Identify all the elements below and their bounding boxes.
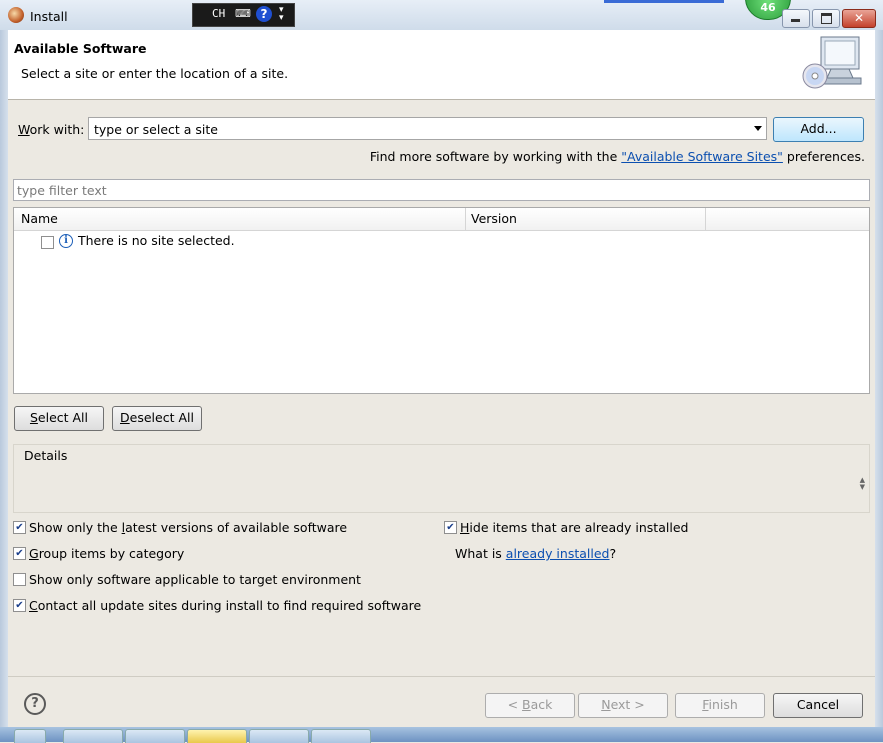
ime-menu-icon[interactable]: ▾ ▾ bbox=[279, 6, 284, 23]
eclipse-icon bbox=[8, 7, 24, 23]
checkbox[interactable]: ✔ bbox=[444, 521, 457, 534]
scroll-spinner-icon[interactable]: ▲ ▼ bbox=[860, 477, 865, 491]
maximize-button[interactable] bbox=[812, 9, 840, 28]
finish-button[interactable]: Finish bbox=[675, 693, 765, 718]
minimize-button[interactable] bbox=[782, 9, 810, 28]
already-installed-link[interactable]: already installed bbox=[506, 546, 610, 561]
minimize-icon bbox=[791, 19, 800, 22]
window-title: Install bbox=[30, 9, 68, 24]
select-all-button[interactable]: Select All bbox=[14, 406, 104, 431]
deselect-all-button[interactable]: Deselect All bbox=[112, 406, 202, 431]
page-subtitle: Select a site or enter the location of a… bbox=[21, 66, 289, 81]
keyboard-icon[interactable]: ⌨ bbox=[235, 7, 251, 20]
close-icon: ✕ bbox=[853, 11, 865, 25]
taskbar-item[interactable] bbox=[14, 729, 46, 743]
next-button[interactable]: Next > bbox=[578, 693, 668, 718]
window-border-left bbox=[0, 30, 8, 727]
row-checkbox[interactable] bbox=[41, 236, 54, 249]
checkbox[interactable]: ✔ bbox=[13, 521, 26, 534]
cancel-button[interactable]: Cancel bbox=[773, 693, 863, 718]
taskbar-item[interactable] bbox=[125, 729, 185, 743]
work-with-value: type or select a site bbox=[94, 122, 218, 137]
monitor-cd-icon bbox=[802, 36, 862, 89]
available-software-sites-link[interactable]: "Available Software Sites" bbox=[621, 149, 783, 164]
divider bbox=[8, 676, 875, 677]
column-name[interactable]: Name bbox=[21, 211, 58, 226]
close-button[interactable]: ✕ bbox=[842, 9, 876, 28]
details-label: Details bbox=[22, 448, 70, 463]
add-site-button[interactable]: Add... bbox=[773, 117, 864, 142]
taskbar-item-active[interactable] bbox=[187, 729, 247, 743]
column-separator[interactable] bbox=[705, 208, 706, 230]
chevron-down-icon[interactable] bbox=[754, 126, 762, 131]
window-border-right bbox=[875, 30, 883, 727]
checkbox[interactable]: ✔ bbox=[13, 547, 26, 560]
title-bar[interactable]: Install CH ⌨ ? ▾ ▾ 46 ✕ bbox=[0, 0, 883, 31]
taskbar[interactable] bbox=[0, 727, 883, 743]
page-title: Available Software bbox=[14, 41, 147, 56]
software-table[interactable]: Name Version i There is no site selected… bbox=[13, 207, 870, 394]
maximize-icon bbox=[821, 13, 832, 24]
ime-lang[interactable]: CH bbox=[212, 7, 225, 20]
table-row[interactable]: There is no site selected. bbox=[78, 233, 235, 248]
info-icon: i bbox=[59, 234, 73, 248]
taskbar-item[interactable] bbox=[311, 729, 371, 743]
taskbar-item[interactable] bbox=[63, 729, 123, 743]
filter-input[interactable]: type filter text bbox=[13, 179, 870, 201]
wizard-header: Available Software Select a site or ente… bbox=[8, 30, 875, 100]
window-strip bbox=[604, 0, 724, 3]
back-button[interactable]: < Back bbox=[485, 693, 575, 718]
what-is-installed: What is already installed? bbox=[455, 546, 617, 561]
ime-help-icon[interactable]: ? bbox=[256, 6, 272, 22]
details-text-area[interactable] bbox=[16, 467, 866, 511]
ime-toolbar[interactable]: CH ⌨ ? ▾ ▾ bbox=[192, 3, 295, 27]
details-group: Details ▲ ▼ bbox=[13, 444, 870, 513]
checkbox[interactable]: ✔ bbox=[13, 599, 26, 612]
help-icon[interactable]: ? bbox=[24, 693, 46, 715]
column-version[interactable]: Version bbox=[471, 211, 517, 226]
work-with-label: Work with: bbox=[18, 122, 85, 137]
filter-placeholder: type filter text bbox=[17, 183, 107, 198]
column-separator[interactable] bbox=[465, 208, 466, 230]
checkbox[interactable] bbox=[13, 573, 26, 586]
work-with-combo[interactable]: type or select a site bbox=[88, 117, 767, 140]
taskbar-item[interactable] bbox=[249, 729, 309, 743]
find-more-text: Find more software by working with the "… bbox=[369, 149, 865, 164]
table-header: Name Version bbox=[14, 208, 869, 231]
